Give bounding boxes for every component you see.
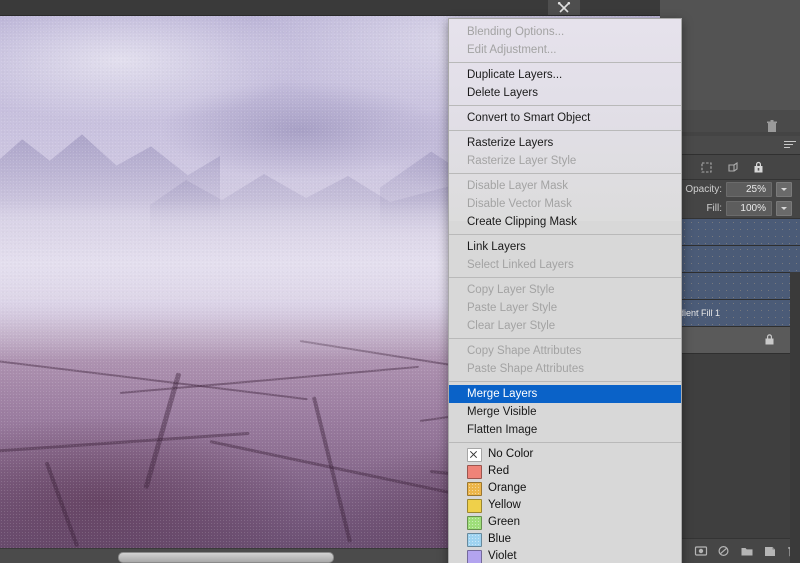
menu-item-flatten-image[interactable]: Flatten Image — [449, 421, 681, 439]
color-label: Red — [488, 465, 510, 477]
swatch-orange-icon — [467, 481, 482, 496]
lock-icon — [763, 333, 776, 346]
menu-item-rasterize-layers[interactable]: Rasterize Layers — [449, 134, 681, 152]
menu-item-delete-layers[interactable]: Delete Layers — [449, 84, 681, 102]
menu-item-duplicate-layers[interactable]: Duplicate Layers... — [449, 66, 681, 84]
menu-item-link-layers[interactable]: Link Layers — [449, 238, 681, 256]
menu-separator — [449, 442, 681, 443]
canvas-scrollbar-thumb[interactable] — [118, 552, 334, 563]
menu-separator — [449, 338, 681, 339]
layer-context-menu[interactable]: Blending Options... Edit Adjustment... D… — [448, 18, 682, 563]
new-layer-icon[interactable] — [763, 544, 777, 558]
photoshop-window: T — [0, 0, 800, 563]
swatch-red-icon — [467, 464, 482, 479]
panel-menu-icon[interactable] — [784, 141, 796, 149]
swatch-green-icon — [467, 515, 482, 530]
swatch-violet-icon — [467, 549, 482, 563]
opacity-value[interactable]: 25% — [726, 182, 772, 197]
add-layer-mask-icon[interactable] — [694, 544, 708, 558]
swatch-none-icon — [467, 447, 482, 462]
menu-separator — [449, 105, 681, 106]
fill-value[interactable]: 100% — [726, 201, 772, 216]
menu-item-color-no-color[interactable]: No Color — [449, 446, 681, 463]
menu-item-blending-options: Blending Options... — [467, 26, 565, 38]
menu-item-select-linked-layers: Select Linked Layers — [467, 259, 574, 271]
fill-stepper[interactable] — [776, 201, 792, 216]
menu-item-rasterize-layer-style: Rasterize Layer Style — [467, 155, 577, 167]
menu-item-copy-layer-style: Copy Layer Style — [467, 284, 555, 296]
menu-item-convert-to-smart-object[interactable]: Convert to Smart Object — [449, 109, 681, 127]
menu-item-paste-layer-style: Paste Layer Style — [467, 302, 558, 314]
menu-separator — [449, 130, 681, 131]
menu-item-merge-visible[interactable]: Merge Visible — [449, 403, 681, 421]
menu-item-copy-shape-attributes: Copy Shape Attributes — [467, 345, 582, 357]
menu-separator — [449, 234, 681, 235]
fill-label: Fill: — [706, 203, 722, 214]
menu-item-color-green[interactable]: Green — [449, 514, 681, 531]
menu-item-edit-adjustment: Edit Adjustment... — [467, 44, 557, 56]
menu-separator — [449, 277, 681, 278]
color-label: Yellow — [488, 499, 521, 511]
color-label: No Color — [488, 448, 534, 460]
color-label: Violet — [488, 550, 517, 562]
menu-separator — [449, 173, 681, 174]
menu-separator — [449, 62, 681, 63]
menu-item-create-clipping-mask[interactable]: Create Clipping Mask — [449, 213, 681, 231]
layers-panel-scrollbar[interactable] — [790, 272, 800, 563]
menu-item-clear-layer-style: Clear Layer Style — [467, 320, 556, 332]
swatch-yellow-icon — [467, 498, 482, 513]
new-group-icon[interactable] — [740, 544, 754, 558]
brush-icon[interactable] — [700, 161, 713, 174]
color-label: Orange — [488, 482, 527, 494]
swatch-blue-icon — [467, 532, 482, 547]
menu-item-disable-vector-mask: Disable Vector Mask — [467, 198, 572, 210]
menu-item-color-orange[interactable]: Orange — [449, 480, 681, 497]
menu-separator — [449, 381, 681, 382]
delete-adjustment-icon[interactable] — [764, 118, 780, 134]
move-icon[interactable] — [726, 161, 739, 174]
tools-crossed-icon[interactable] — [548, 0, 580, 15]
color-label: Green — [488, 516, 520, 528]
menu-item-color-violet[interactable]: Violet — [449, 548, 681, 563]
menu-item-color-yellow[interactable]: Yellow — [449, 497, 681, 514]
lock-icon[interactable] — [752, 161, 765, 174]
new-adjustment-layer-icon[interactable] — [717, 544, 731, 558]
menu-item-disable-layer-mask: Disable Layer Mask — [467, 180, 568, 192]
opacity-label: Opacity: — [685, 184, 722, 195]
menu-item-color-blue[interactable]: Blue — [449, 531, 681, 548]
menu-item-paste-shape-attributes: Paste Shape Attributes — [467, 363, 584, 375]
menu-item-merge-layers[interactable]: Merge Layers — [449, 385, 681, 403]
menu-item-color-red[interactable]: Red — [449, 463, 681, 480]
opacity-stepper[interactable] — [776, 182, 792, 197]
color-label: Blue — [488, 533, 512, 545]
